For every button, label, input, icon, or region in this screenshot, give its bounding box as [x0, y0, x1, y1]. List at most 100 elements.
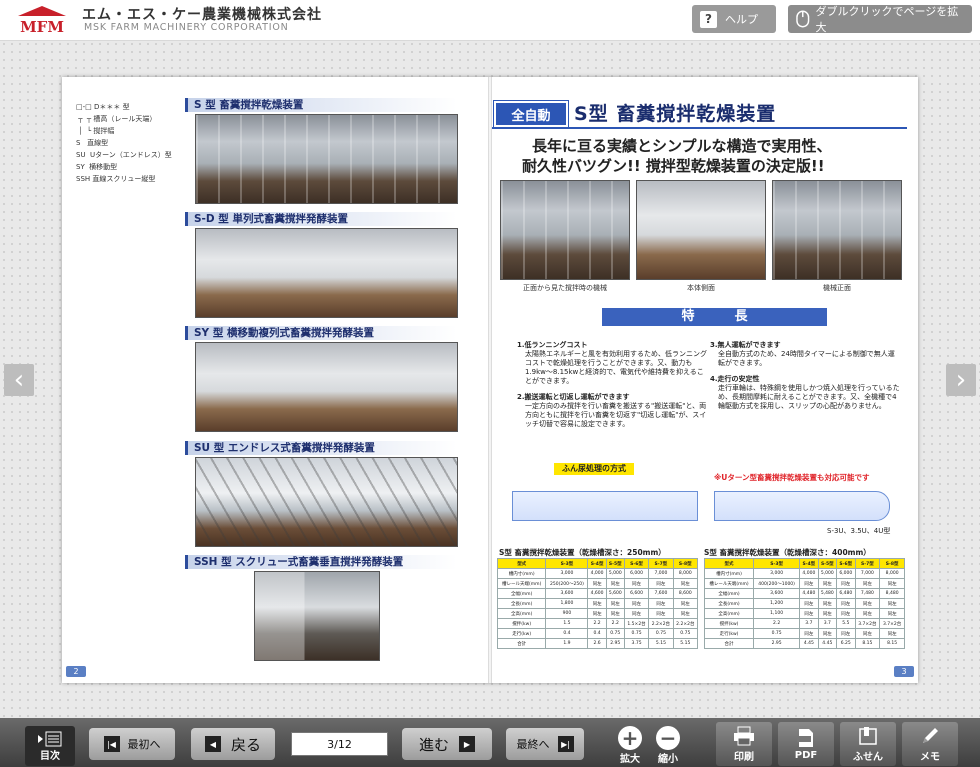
table-cell: 3.75 — [623, 638, 650, 649]
table-cell: 4,000 — [799, 568, 819, 579]
skip-first-icon: |◀ — [103, 736, 120, 752]
table-cell: 8.15 — [879, 638, 905, 649]
feature-1: 1.低ランニングコスト 太陽熱エネルギーと風を有効利用するため、低ランニングコス… — [517, 341, 707, 386]
mouse-icon — [796, 10, 810, 28]
table-header-cell: S-7型 — [648, 558, 674, 569]
back-button[interactable]: ◀ 戻る — [191, 728, 275, 760]
table-cell: 同左 — [623, 578, 650, 589]
memo-button[interactable]: メモ — [902, 722, 958, 766]
print-label: 印刷 — [734, 751, 754, 763]
table-cell: 7,480 — [854, 588, 881, 599]
toc-button[interactable]: 目次 — [25, 726, 75, 766]
feature-1-body: 太陽熱エネルギーと風を有効利用するため、低ランニングコストで乾燥処理を行うことが… — [525, 350, 707, 385]
table-cell: 同左 — [854, 598, 881, 609]
print-button[interactable]: 印刷 — [716, 722, 772, 766]
feature-2: 2.搬送運転と切返し運転ができます 一定方向のみ撹拌を行い畜糞を搬送する"搬送運… — [517, 393, 707, 429]
table-row: 全高(mm) 1,100 同左 同左 同左 同左 同左 — [703, 608, 905, 619]
feature-3-head: 3.無人運転ができます — [710, 341, 781, 349]
photo-ssh-type — [254, 571, 380, 661]
last-label: 最終へ — [516, 738, 550, 751]
table-cell: 2.2 — [753, 618, 801, 629]
toc-label: 目次 — [40, 750, 60, 762]
table-cell: 同左 — [623, 608, 650, 619]
manure-process-tag: ふん尿処理の方式 — [554, 463, 634, 475]
table-row: 走行(kw) 0.4 0.4 0.75 0.75 0.75 0.75 — [496, 628, 699, 639]
photo-sd-type — [195, 228, 458, 318]
table-cell: 3.7 — [817, 618, 838, 629]
svg-text:MFM: MFM — [20, 18, 64, 34]
table-cell: 全高(mm) — [703, 608, 755, 619]
table-cell: 同左 — [587, 608, 607, 619]
table-cell: 同左 — [854, 578, 881, 589]
table-cell: 0.4 — [587, 628, 607, 639]
memo-label: メモ — [920, 751, 940, 763]
spec-table-1: 型式 S-3型 S-4型 S-5型 S-6型 S-7型 S-8型 槽内寸(mm) 3,000 4,… — [496, 558, 699, 649]
section-title-s: S 型 畜糞撹拌乾燥装置 — [185, 98, 457, 112]
title-underline — [492, 127, 907, 129]
zoom-in-button[interactable]: + 拡大 — [612, 724, 648, 766]
table-cell: 1,800 — [545, 598, 589, 609]
table-cell: 4.45 — [799, 638, 819, 649]
table-cell: 5.15 — [672, 638, 699, 649]
section-title-sd: S-D 型 単列式畜糞撹拌発酵装置 — [185, 212, 457, 226]
table-cell: 同左 — [879, 608, 905, 619]
printer-icon — [734, 726, 754, 745]
next-page-arrow[interactable]: › — [946, 364, 976, 396]
table-cell: 同左 — [587, 598, 607, 609]
zoom-out-button[interactable]: − 縮小 — [650, 724, 686, 766]
table-cell: 6,480 — [836, 588, 856, 599]
page-number-left: 2 — [66, 666, 86, 677]
zoom-hint-label: ダブルクリックでページを拡大 — [815, 5, 959, 34]
table-header-cell: S-5型 — [605, 558, 625, 569]
table-cell: 6,600 — [623, 588, 650, 599]
table-cell: 5,600 — [605, 588, 625, 599]
table-row: 撹拌(kw) 2.2 3.7 3.7 5.5 3.7×2台 3.7×2台 — [703, 618, 905, 629]
help-icon: ? — [700, 10, 717, 28]
table-row: 全幅(mm) 3,600 4,480 5,480 6,480 7,480 8,480 — [703, 588, 905, 599]
section-title-sy: SY 型 横移動複列式畜糞撹拌発酵装置 — [185, 326, 457, 340]
last-page-button[interactable]: 最終へ ▶| — [506, 728, 584, 760]
table-cell: 2.95 — [753, 638, 801, 649]
table-cell: 槽内寸(mm) — [496, 568, 547, 579]
double-click-zoom-button[interactable]: ダブルクリックでページを拡大 — [788, 5, 972, 34]
table-cell: 合計 — [496, 638, 547, 649]
table-cell: 3,000 — [545, 568, 589, 579]
table-cell: 全長(mm) — [703, 598, 755, 609]
chevron-left-icon: ‹ — [13, 365, 25, 395]
table-cell: 0.4 — [545, 628, 589, 639]
spec-table-2: 型式 S-3型 S-4型 S-5型 S-6型 S-7型 S-8型 槽内寸(mm) 3,000 4,… — [703, 558, 905, 649]
book-spread[interactable]: □-□ D＊＊＊ 型 ┬ ┬ 槽高（レール天端） │ └ 撹拌幅 S 直線型 S… — [62, 77, 918, 683]
feature-4: 4.走行の安定性 走行車輪は、特殊鋼を使用しかつ焼入処理を行っているため、長期間… — [710, 375, 900, 411]
table-cell: 槽内寸(mm) — [703, 568, 755, 579]
table-cell: 3.7 — [799, 618, 819, 629]
table-cell: 0.75 — [623, 628, 650, 639]
forward-button[interactable]: 進む ▶ — [402, 728, 492, 760]
table-header-cell: S-4型 — [799, 558, 819, 569]
table-cell: 同左 — [836, 598, 856, 609]
feature-3: 3.無人運転ができます 全自動方式のため、24時間タイマーによる制御で無人運転が… — [710, 341, 900, 368]
table-cell: 同左 — [879, 598, 905, 609]
table-cell: 全高(mm) — [496, 608, 547, 619]
zoom-in-label: 拡大 — [620, 753, 640, 765]
arrow-left-icon: ◀ — [204, 736, 221, 752]
page-number-input[interactable] — [291, 732, 388, 756]
first-page-button[interactable]: |◀ 最初へ — [89, 728, 175, 760]
table-cell: 1.5×2台 — [623, 618, 650, 629]
table-cell: 槽レール天端(mm) — [703, 578, 755, 589]
table-cell: 0.75 — [753, 628, 801, 639]
table-header-cell: S-8型 — [879, 558, 905, 569]
right-page-title-box: 全自動 S型 畜糞撹拌乾燥装置 — [493, 97, 904, 128]
table-cell: 2.2 — [605, 618, 625, 629]
table-cell: 3,000 — [753, 568, 801, 579]
pdf-button[interactable]: PDF — [778, 722, 834, 766]
table-row: 槽レール天端(mm) 400(200〜1000) 同左 同左 同左 同左 同左 — [703, 578, 905, 589]
table-cell: 3.7×2台 — [854, 618, 881, 629]
table-header-cell: 型式 — [496, 558, 547, 569]
table-cell: 全幅(mm) — [496, 588, 547, 599]
sticky-note-button[interactable]: ふせん — [840, 722, 896, 766]
prev-page-arrow[interactable]: ‹ — [4, 364, 34, 396]
table-cell: 8,000 — [672, 568, 699, 579]
table-row: 槽内寸(mm) 3,000 4,000 5,000 6,000 7,000 8,000 — [496, 568, 699, 579]
sticky-label: ふせん — [853, 751, 883, 763]
help-button[interactable]: ? ヘルプ — [692, 5, 776, 33]
